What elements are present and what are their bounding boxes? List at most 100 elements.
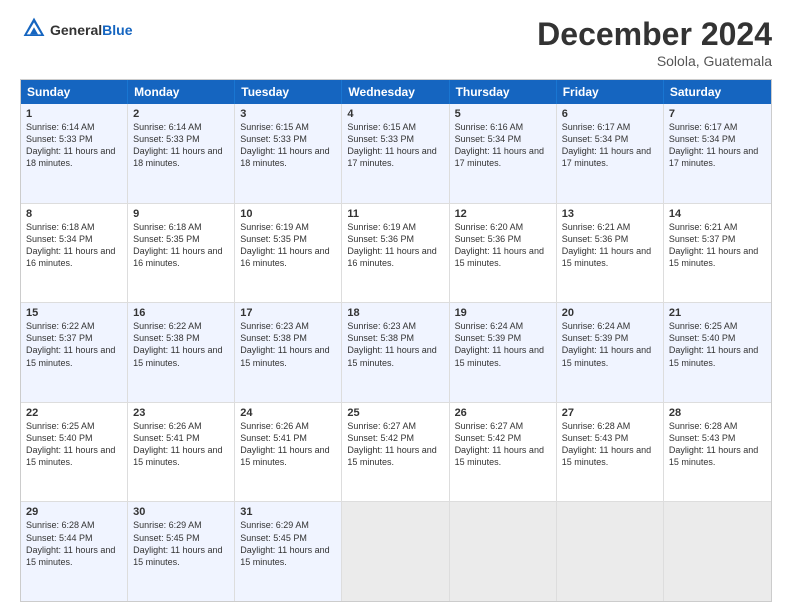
- cal-day-cell: 13 Sunrise: 6:21 AMSunset: 5:36 PMDaylig…: [557, 204, 664, 303]
- cal-day-cell: 19 Sunrise: 6:24 AMSunset: 5:39 PMDaylig…: [450, 303, 557, 402]
- day-info: Sunrise: 6:26 AMSunset: 5:41 PMDaylight:…: [133, 420, 229, 469]
- day-info: Sunrise: 6:29 AMSunset: 5:45 PMDaylight:…: [133, 519, 229, 568]
- day-number: 27: [562, 407, 658, 419]
- day-number: 28: [669, 407, 766, 419]
- day-number: 14: [669, 208, 766, 220]
- cal-header-day: Tuesday: [235, 80, 342, 104]
- cal-header-day: Saturday: [664, 80, 771, 104]
- cal-day-cell: 28 Sunrise: 6:28 AMSunset: 5:43 PMDaylig…: [664, 403, 771, 502]
- day-info: Sunrise: 6:26 AMSunset: 5:41 PMDaylight:…: [240, 420, 336, 469]
- day-info: Sunrise: 6:29 AMSunset: 5:45 PMDaylight:…: [240, 519, 336, 568]
- logo-icon: [22, 16, 46, 40]
- cal-day-cell: 9 Sunrise: 6:18 AMSunset: 5:35 PMDayligh…: [128, 204, 235, 303]
- header: GeneralBlue December 2024 Solola, Guatem…: [20, 16, 772, 69]
- day-info: Sunrise: 6:17 AMSunset: 5:34 PMDaylight:…: [562, 121, 658, 170]
- day-info: Sunrise: 6:27 AMSunset: 5:42 PMDaylight:…: [347, 420, 443, 469]
- day-info: Sunrise: 6:15 AMSunset: 5:33 PMDaylight:…: [347, 121, 443, 170]
- day-info: Sunrise: 6:28 AMSunset: 5:43 PMDaylight:…: [669, 420, 766, 469]
- cal-week-row: 29 Sunrise: 6:28 AMSunset: 5:44 PMDaylig…: [21, 501, 771, 601]
- day-info: Sunrise: 6:23 AMSunset: 5:38 PMDaylight:…: [347, 320, 443, 369]
- cal-day-cell: 31 Sunrise: 6:29 AMSunset: 5:45 PMDaylig…: [235, 502, 342, 601]
- cal-day-cell: 4 Sunrise: 6:15 AMSunset: 5:33 PMDayligh…: [342, 104, 449, 203]
- calendar-header: SundayMondayTuesdayWednesdayThursdayFrid…: [21, 80, 771, 104]
- cal-day-cell: 30 Sunrise: 6:29 AMSunset: 5:45 PMDaylig…: [128, 502, 235, 601]
- cal-day-cell: 17 Sunrise: 6:23 AMSunset: 5:38 PMDaylig…: [235, 303, 342, 402]
- day-number: 23: [133, 407, 229, 419]
- cal-week-row: 15 Sunrise: 6:22 AMSunset: 5:37 PMDaylig…: [21, 302, 771, 402]
- cal-header-day: Sunday: [21, 80, 128, 104]
- day-info: Sunrise: 6:25 AMSunset: 5:40 PMDaylight:…: [26, 420, 122, 469]
- cal-day-cell: 16 Sunrise: 6:22 AMSunset: 5:38 PMDaylig…: [128, 303, 235, 402]
- day-info: Sunrise: 6:23 AMSunset: 5:38 PMDaylight:…: [240, 320, 336, 369]
- day-info: Sunrise: 6:20 AMSunset: 5:36 PMDaylight:…: [455, 221, 551, 270]
- day-number: 8: [26, 208, 122, 220]
- cal-empty-cell: [557, 502, 664, 601]
- day-info: Sunrise: 6:27 AMSunset: 5:42 PMDaylight:…: [455, 420, 551, 469]
- day-info: Sunrise: 6:21 AMSunset: 5:36 PMDaylight:…: [562, 221, 658, 270]
- cal-day-cell: 3 Sunrise: 6:15 AMSunset: 5:33 PMDayligh…: [235, 104, 342, 203]
- calendar-body: 1 Sunrise: 6:14 AMSunset: 5:33 PMDayligh…: [21, 104, 771, 601]
- cal-day-cell: 1 Sunrise: 6:14 AMSunset: 5:33 PMDayligh…: [21, 104, 128, 203]
- cal-day-cell: 5 Sunrise: 6:16 AMSunset: 5:34 PMDayligh…: [450, 104, 557, 203]
- cal-header-day: Monday: [128, 80, 235, 104]
- cal-day-cell: 29 Sunrise: 6:28 AMSunset: 5:44 PMDaylig…: [21, 502, 128, 601]
- day-info: Sunrise: 6:28 AMSunset: 5:44 PMDaylight:…: [26, 519, 122, 568]
- day-number: 18: [347, 307, 443, 319]
- day-number: 25: [347, 407, 443, 419]
- cal-day-cell: 15 Sunrise: 6:22 AMSunset: 5:37 PMDaylig…: [21, 303, 128, 402]
- day-info: Sunrise: 6:24 AMSunset: 5:39 PMDaylight:…: [455, 320, 551, 369]
- day-info: Sunrise: 6:19 AMSunset: 5:35 PMDaylight:…: [240, 221, 336, 270]
- cal-day-cell: 27 Sunrise: 6:28 AMSunset: 5:43 PMDaylig…: [557, 403, 664, 502]
- logo: GeneralBlue: [20, 16, 132, 45]
- calendar: SundayMondayTuesdayWednesdayThursdayFrid…: [20, 79, 772, 602]
- day-number: 16: [133, 307, 229, 319]
- day-number: 29: [26, 506, 122, 518]
- cal-day-cell: 22 Sunrise: 6:25 AMSunset: 5:40 PMDaylig…: [21, 403, 128, 502]
- cal-week-row: 8 Sunrise: 6:18 AMSunset: 5:34 PMDayligh…: [21, 203, 771, 303]
- cal-day-cell: 18 Sunrise: 6:23 AMSunset: 5:38 PMDaylig…: [342, 303, 449, 402]
- cal-day-cell: 24 Sunrise: 6:26 AMSunset: 5:41 PMDaylig…: [235, 403, 342, 502]
- day-number: 21: [669, 307, 766, 319]
- day-number: 3: [240, 108, 336, 120]
- cal-day-cell: 23 Sunrise: 6:26 AMSunset: 5:41 PMDaylig…: [128, 403, 235, 502]
- cal-day-cell: 8 Sunrise: 6:18 AMSunset: 5:34 PMDayligh…: [21, 204, 128, 303]
- day-info: Sunrise: 6:24 AMSunset: 5:39 PMDaylight:…: [562, 320, 658, 369]
- day-info: Sunrise: 6:22 AMSunset: 5:37 PMDaylight:…: [26, 320, 122, 369]
- day-info: Sunrise: 6:14 AMSunset: 5:33 PMDaylight:…: [133, 121, 229, 170]
- day-number: 12: [455, 208, 551, 220]
- cal-day-cell: 2 Sunrise: 6:14 AMSunset: 5:33 PMDayligh…: [128, 104, 235, 203]
- cal-header-day: Thursday: [450, 80, 557, 104]
- page: GeneralBlue December 2024 Solola, Guatem…: [0, 0, 792, 612]
- cal-day-cell: 10 Sunrise: 6:19 AMSunset: 5:35 PMDaylig…: [235, 204, 342, 303]
- day-info: Sunrise: 6:21 AMSunset: 5:37 PMDaylight:…: [669, 221, 766, 270]
- cal-day-cell: 6 Sunrise: 6:17 AMSunset: 5:34 PMDayligh…: [557, 104, 664, 203]
- day-number: 7: [669, 108, 766, 120]
- cal-empty-cell: [450, 502, 557, 601]
- day-number: 13: [562, 208, 658, 220]
- day-info: Sunrise: 6:19 AMSunset: 5:36 PMDaylight:…: [347, 221, 443, 270]
- day-number: 6: [562, 108, 658, 120]
- day-info: Sunrise: 6:16 AMSunset: 5:34 PMDaylight:…: [455, 121, 551, 170]
- day-info: Sunrise: 6:15 AMSunset: 5:33 PMDaylight:…: [240, 121, 336, 170]
- cal-day-cell: 20 Sunrise: 6:24 AMSunset: 5:39 PMDaylig…: [557, 303, 664, 402]
- day-number: 1: [26, 108, 122, 120]
- month-title: December 2024: [537, 16, 772, 53]
- day-number: 30: [133, 506, 229, 518]
- day-info: Sunrise: 6:28 AMSunset: 5:43 PMDaylight:…: [562, 420, 658, 469]
- cal-empty-cell: [342, 502, 449, 601]
- day-number: 9: [133, 208, 229, 220]
- day-number: 26: [455, 407, 551, 419]
- day-number: 17: [240, 307, 336, 319]
- cal-header-day: Wednesday: [342, 80, 449, 104]
- cal-day-cell: 14 Sunrise: 6:21 AMSunset: 5:37 PMDaylig…: [664, 204, 771, 303]
- day-number: 10: [240, 208, 336, 220]
- day-info: Sunrise: 6:18 AMSunset: 5:34 PMDaylight:…: [26, 221, 122, 270]
- cal-day-cell: 25 Sunrise: 6:27 AMSunset: 5:42 PMDaylig…: [342, 403, 449, 502]
- day-number: 20: [562, 307, 658, 319]
- day-number: 4: [347, 108, 443, 120]
- day-number: 5: [455, 108, 551, 120]
- day-info: Sunrise: 6:18 AMSunset: 5:35 PMDaylight:…: [133, 221, 229, 270]
- day-info: Sunrise: 6:17 AMSunset: 5:34 PMDaylight:…: [669, 121, 766, 170]
- logo-general: General: [50, 22, 102, 38]
- day-number: 2: [133, 108, 229, 120]
